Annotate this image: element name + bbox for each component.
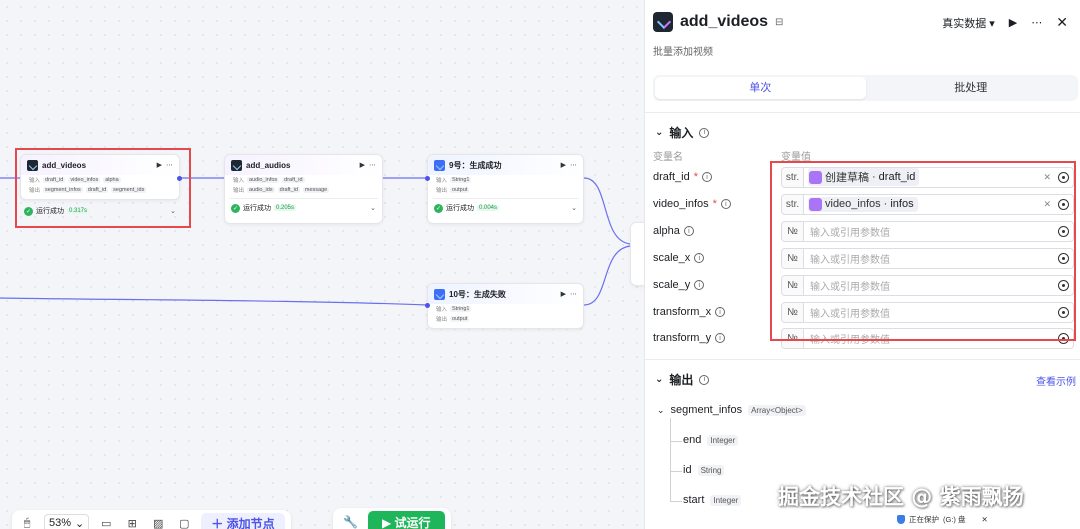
output-section-header[interactable]: ⌄ 输出 i <box>655 371 710 388</box>
output-tree-root[interactable]: ⌄ segment_infos Array<Object> <box>657 404 806 416</box>
time-badge: 0.004s <box>477 205 500 211</box>
col-name-header: 变量名 <box>653 152 683 163</box>
run-toolbar: 🔧 ▶ 试运行 <box>333 508 451 529</box>
panel-title: add_videos <box>680 13 769 30</box>
chevron-down-icon[interactable]: ⌄ <box>370 204 376 212</box>
success-icon: ✓ <box>231 203 240 213</box>
port-out[interactable] <box>177 176 182 181</box>
run-mode-tabs: 单次 批处理 <box>653 75 1078 101</box>
info-icon: i <box>683 226 694 236</box>
info-icon: i <box>715 307 726 317</box>
type-pill: Integer <box>710 494 742 506</box>
status-text: 运行成功 <box>446 205 474 212</box>
panel-subtitle: 批量添加视频 <box>653 47 713 58</box>
shield-icon <box>897 514 905 524</box>
type-pill: Array<Object> <box>748 404 806 416</box>
doc-icon[interactable]: ⊟ <box>775 17 783 28</box>
add-node-button[interactable]: ＋ 添加节点 <box>201 512 285 529</box>
input-row: 输入 audio_infos draft_id <box>233 177 305 184</box>
time-badge: 0.205s <box>274 205 297 211</box>
info-icon: i <box>699 127 710 138</box>
output-row: 输出 output <box>436 187 470 194</box>
info-icon: i <box>694 280 705 290</box>
comment-icon[interactable]: ▭ <box>97 517 115 529</box>
annotation-highlight-node <box>15 148 191 228</box>
play-icon[interactable]: ▶ <box>1009 16 1017 29</box>
info-icon: i <box>715 333 726 343</box>
chevron-down-icon: ⌄ <box>655 127 664 138</box>
node-title: 9号：生成成功 <box>449 160 502 170</box>
info-icon: i <box>694 253 705 263</box>
node-status[interactable]: ✓ 运行成功 0.004s ⌄ <box>432 198 579 216</box>
type-pill: Integer <box>707 434 739 446</box>
edge-n10-end <box>583 245 631 306</box>
mouse-icon[interactable]: 🖱 <box>18 517 36 529</box>
input-row: 输入 String1 <box>436 177 472 184</box>
more-icon[interactable]: ⋯ <box>1031 16 1042 29</box>
tab-single[interactable]: 单次 <box>655 77 866 99</box>
node-end-partial[interactable] <box>630 222 644 286</box>
info-icon: i <box>699 374 710 385</box>
data-mode-select[interactable]: 真实数据 ▾ <box>942 15 995 31</box>
output-field-start: start Integer <box>683 494 742 506</box>
play-icon[interactable]: ▶ <box>360 161 365 169</box>
more-icon[interactable]: ⋯ <box>369 161 376 169</box>
more-icon[interactable]: ⋯ <box>570 290 577 298</box>
type-pill: String <box>697 464 725 476</box>
node-9-success[interactable]: 9号：生成成功 ▶ ⋯ 输入 String1 输出 output ✓ 运行成功 0.… <box>427 154 584 224</box>
more-icon[interactable]: ⋯ <box>570 161 577 169</box>
text-node-icon <box>434 288 445 300</box>
output-row: 输出 output <box>436 316 470 323</box>
edge-n9-end <box>583 177 631 245</box>
minimap-icon[interactable]: ▢ <box>175 517 193 529</box>
close-icon[interactable]: ✕ <box>982 515 988 524</box>
success-icon: ✓ <box>434 203 443 213</box>
play-icon[interactable]: ▶ <box>561 161 566 169</box>
info-icon: i <box>720 199 731 209</box>
image-icon[interactable]: ▨ <box>149 517 167 529</box>
watermark: 掘金技术社区 @ 紫雨飘扬 <box>778 485 1024 509</box>
node-10-fail[interactable]: 10号：生成失败 ▶ ⋯ 输入 String1 输出 output <box>427 283 584 329</box>
close-icon[interactable]: ✕ <box>1056 14 1068 31</box>
port-in[interactable] <box>425 303 430 308</box>
output-row: 输出 audio_ids draft_id message <box>233 187 330 194</box>
chevron-down-icon: ⌄ <box>75 517 85 529</box>
text-node-icon <box>434 159 445 171</box>
protection-status-bar: 正在保护 (G:) 盘 ✕ <box>893 512 992 526</box>
output-field-id: id String <box>683 464 725 476</box>
annotation-highlight-params <box>770 161 1076 341</box>
node-add-audios[interactable]: add_audios ▶ ⋯ 输入 audio_infos draft_id 输出 a… <box>224 154 383 224</box>
edges-layer <box>0 177 631 306</box>
port-in[interactable] <box>425 176 430 181</box>
capcut-icon <box>231 159 242 171</box>
output-field-end: end Integer <box>683 434 739 446</box>
tab-batch[interactable]: 批处理 <box>866 77 1077 99</box>
play-icon[interactable]: ▶ <box>561 290 566 298</box>
tree-connector <box>670 418 671 502</box>
status-text: 运行成功 <box>243 205 271 212</box>
chevron-down-icon[interactable]: ⌄ <box>571 204 577 212</box>
info-icon: i <box>701 172 712 182</box>
chevron-down-icon: ⌄ <box>657 404 665 415</box>
zoom-select[interactable]: 53% ⌄ <box>44 514 90 529</box>
input-row: 输入 String1 <box>436 306 472 313</box>
test-run-button[interactable]: ▶ 试运行 <box>367 510 445 529</box>
workflow-canvas[interactable]: add_videos ▶ ⋯ 输入 draft_id video_infos alph… <box>0 0 644 529</box>
see-example-link[interactable]: 查看示例 <box>1036 373 1076 388</box>
node-status[interactable]: ✓ 运行成功 0.205s ⌄ <box>229 198 378 216</box>
wrench-icon[interactable]: 🔧 <box>343 515 358 529</box>
node-title: add_audios <box>246 160 291 170</box>
edge-entry-n10 <box>0 297 428 306</box>
capcut-icon <box>653 12 673 32</box>
input-section-header[interactable]: ⌄ 输入 i <box>655 124 710 141</box>
chevron-down-icon: ⌄ <box>655 374 664 385</box>
canvas-toolbar: 🖱 53% ⌄ ▭ ⊞ ▨ ▢ ＋ 添加节点 <box>12 510 291 529</box>
node-title: 10号：生成失败 <box>449 289 506 299</box>
layout-icon[interactable]: ⊞ <box>123 517 141 529</box>
